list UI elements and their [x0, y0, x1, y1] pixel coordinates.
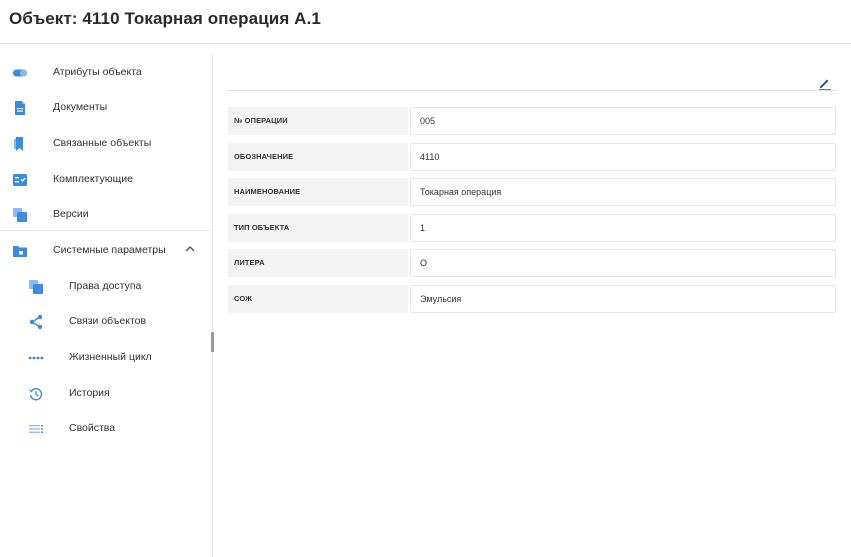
sidebar-item-attributes[interactable]: Атрибуты объекта	[0, 58, 212, 88]
sidebar-subitem-history[interactable]: История	[0, 379, 212, 409]
attribute-value-field[interactable]: 4110	[410, 143, 836, 171]
document-icon	[15, 101, 25, 115]
attribute-key-label: НАИМЕНОВАНИЕ	[234, 187, 301, 196]
sidebar-subitem-label: Права доступа	[69, 280, 142, 292]
pill-icon	[13, 69, 27, 77]
sidebar-item-components[interactable]: Комплектующие	[0, 165, 212, 195]
attribute-key-label: № ОПЕРАЦИИ	[234, 116, 288, 125]
attribute-value: Эмульсия	[420, 294, 462, 304]
attribute-key: СОЖ	[228, 285, 408, 313]
resize-handle[interactable]	[211, 332, 214, 352]
attribute-value: 1	[420, 223, 426, 233]
attribute-value-field[interactable]: Токарная операция	[410, 178, 836, 206]
layers-icon	[29, 280, 43, 294]
sidebar-item-system-parameters[interactable]: Системные параметры	[0, 236, 212, 266]
sidebar-subitem-object-links[interactable]: Связи объектов	[0, 307, 212, 337]
attribute-value: 4110	[420, 152, 440, 162]
sidebar-item-label: Документы	[53, 101, 108, 113]
sidebar-item-documents[interactable]: Документы	[0, 93, 212, 123]
page-header: Объект: 4110 Токарная операция А.1	[0, 0, 851, 44]
attribute-key: НАИМЕНОВАНИЕ	[228, 178, 408, 206]
attribute-key: ТИП ОБЪЕКТА	[228, 214, 408, 242]
attribute-key-label: СОЖ	[234, 294, 253, 303]
attribute-key: ОБОЗНАЧЕНИЕ	[228, 143, 408, 171]
divider	[0, 230, 212, 231]
attribute-key-label: ЛИТЕРА	[234, 258, 265, 267]
chevron-up-icon[interactable]	[183, 242, 197, 256]
attribute-row: СОЖ Эмульсия	[228, 285, 836, 313]
attribute-value: Токарная операция	[420, 187, 502, 197]
attribute-row: НАИМЕНОВАНИЕ Токарная операция	[228, 178, 836, 206]
share-icon	[29, 314, 43, 330]
list-icon	[29, 425, 43, 433]
attribute-key: № ОПЕРАЦИИ	[228, 107, 408, 135]
sidebar-subitem-label: Свойства	[69, 422, 116, 434]
sidebar-item-versions[interactable]: Версии	[0, 200, 212, 230]
attribute-value: О	[420, 258, 428, 268]
sidebar: Атрибуты объекта Документы Связанные объ…	[0, 54, 212, 557]
sidebar-subitem-access-rights[interactable]: Права доступа	[0, 272, 212, 302]
folder-icon	[13, 246, 27, 257]
sidebar-subitem-lifecycle[interactable]: Жизненный цикл	[0, 343, 212, 373]
layers-icon	[13, 208, 27, 222]
sidebar-item-label: Версии	[53, 208, 89, 220]
attribute-value: 005	[420, 116, 436, 126]
divider	[228, 90, 838, 91]
attribute-row: ОБОЗНАЧЕНИЕ 4110	[228, 143, 836, 171]
sidebar-subitem-label: Связи объектов	[69, 315, 147, 327]
sidebar-subitem-label: История	[69, 387, 110, 399]
attribute-value-field[interactable]: 005	[410, 107, 836, 135]
dots-line-icon	[28, 356, 44, 360]
edit-icon[interactable]	[817, 75, 833, 91]
sidebar-divider	[212, 54, 213, 557]
attribute-key: ЛИТЕРА	[228, 249, 408, 277]
sidebar-subitem-properties[interactable]: Свойства	[0, 414, 212, 444]
history-icon	[29, 388, 43, 401]
sidebar-item-label: Атрибуты объекта	[53, 66, 142, 78]
attribute-value-field[interactable]: О	[410, 249, 836, 277]
attribute-key-label: ТИП ОБЪЕКТА	[234, 223, 290, 232]
attribute-key-label: ОБОЗНАЧЕНИЕ	[234, 152, 294, 161]
page-title: Объект: 4110 Токарная операция А.1	[9, 9, 321, 28]
attribute-row: ЛИТЕРА О	[228, 249, 836, 277]
attribute-row: № ОПЕРАЦИИ 005	[228, 107, 836, 135]
sidebar-item-label: Системные параметры	[53, 244, 166, 256]
sidebar-subitem-label: Жизненный цикл	[69, 351, 152, 363]
sidebar-item-related-objects[interactable]: Связанные объекты	[0, 129, 212, 159]
attribute-value-field[interactable]: Эмульсия	[410, 285, 836, 313]
attribute-row: ТИП ОБЪЕКТА 1	[228, 214, 836, 242]
bookmark-icon	[14, 137, 23, 151]
checklist-icon	[13, 174, 27, 186]
sidebar-item-label: Комплектующие	[53, 173, 133, 185]
sidebar-item-label: Связанные объекты	[53, 137, 152, 149]
attribute-value-field[interactable]: 1	[410, 214, 836, 242]
